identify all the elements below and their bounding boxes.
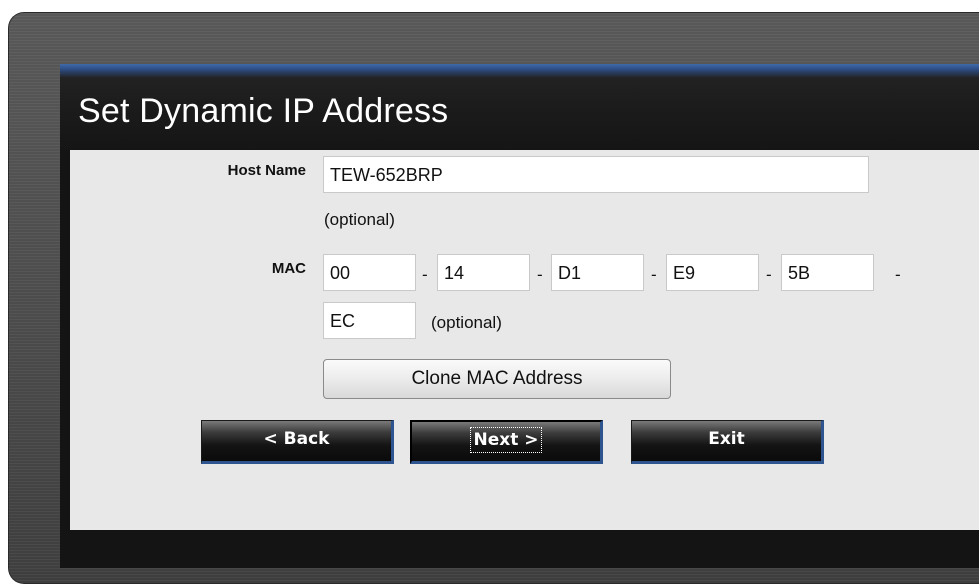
mac-octet-3-input[interactable]: D1 — [551, 254, 644, 291]
mac-octet-1-input[interactable]: 00 — [323, 254, 416, 291]
title-bar: Set Dynamic IP Address — [60, 64, 979, 150]
wizard-panel: Set Dynamic IP Address Host Name TEW-652… — [60, 64, 979, 568]
clone-mac-address-button[interactable]: Clone MAC Address — [323, 359, 671, 399]
page-title: Set Dynamic IP Address — [78, 92, 449, 130]
exit-button[interactable]: Exit — [631, 420, 824, 464]
exit-button-label: Exit — [708, 429, 745, 449]
mac-separator: - — [537, 265, 543, 284]
mac-separator: - — [651, 265, 657, 284]
mac-octet-2-input[interactable]: 14 — [437, 254, 530, 291]
next-button[interactable]: Next > — [410, 420, 603, 464]
form-area: Host Name TEW-652BRP (optional) MAC 00 -… — [70, 150, 979, 530]
host-name-optional-note: (optional) — [324, 210, 395, 229]
next-button-label: Next > — [470, 427, 542, 453]
mac-label: MAC — [271, 260, 306, 277]
mac-octet-4-input[interactable]: E9 — [666, 254, 759, 291]
wizard-frame: Set Dynamic IP Address Host Name TEW-652… — [8, 12, 979, 584]
host-name-input[interactable]: TEW-652BRP — [323, 156, 869, 193]
back-button-label: < Back — [263, 429, 330, 449]
mac-optional-note: (optional) — [431, 313, 502, 332]
mac-separator: - — [766, 265, 772, 284]
host-name-label: Host Name — [227, 162, 306, 179]
mac-separator: - — [895, 265, 901, 284]
back-button[interactable]: < Back — [201, 420, 394, 464]
mac-separator: - — [422, 265, 428, 284]
mac-octet-5-input[interactable]: 5B — [781, 254, 874, 291]
mac-octet-6-input[interactable]: EC — [323, 302, 416, 339]
